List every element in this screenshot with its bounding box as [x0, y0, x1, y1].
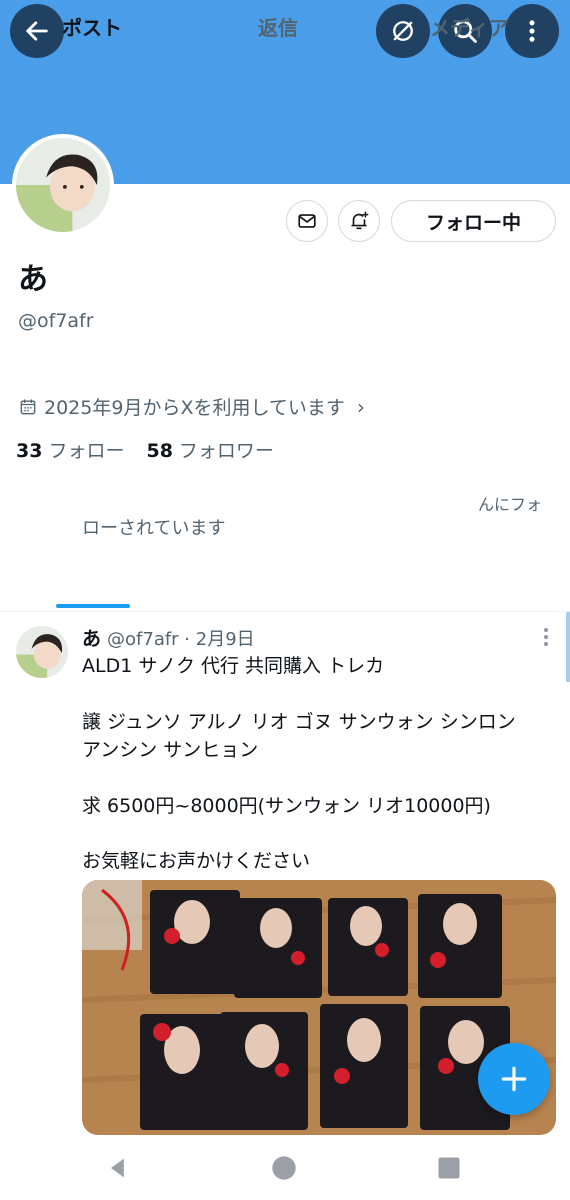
post-meta: @of7afr · 2月9日 — [107, 629, 255, 650]
scroll-indicator — [566, 612, 570, 682]
display-name: あ — [18, 262, 48, 297]
arrow-left-icon — [26, 21, 48, 41]
post-author-avatar[interactable] — [16, 626, 68, 678]
tab-media[interactable]: メディア — [430, 12, 509, 41]
active-tab-indicator — [56, 604, 130, 608]
more-options-button[interactable] — [505, 4, 559, 58]
plus-icon — [501, 1066, 527, 1092]
compose-post-button[interactable] — [478, 1043, 550, 1115]
post-header: あ @of7afr · 2月9日 — [82, 624, 255, 651]
tab-posts[interactable]: ポスト — [62, 12, 122, 41]
more-vertical-icon — [529, 20, 535, 42]
post-text-line: ALD1 サノク 代行 共同購入 トレカ — [82, 655, 385, 677]
following-stat[interactable]: 33 フォロー — [16, 436, 124, 463]
following-button[interactable]: フォロー中 — [391, 200, 556, 242]
followers-count: 58 — [146, 440, 173, 462]
system-navigation-bar — [0, 1136, 570, 1200]
nav-home-icon[interactable] — [270, 1154, 298, 1182]
notifications-button[interactable] — [338, 200, 380, 242]
post-text-line: 譲 ジュンソ アルノ リオ ゴヌ サンウォン シンロン — [82, 711, 516, 733]
calendar-icon — [20, 399, 36, 414]
followers-stat-label: フォロワー — [178, 440, 274, 462]
followers-stat[interactable]: 58 フォロワー — [146, 436, 273, 463]
post-text-line: 求 6500円~8000円(サンウォン リオ10000円) — [82, 795, 491, 817]
post-text-line: お気軽にお声かけください — [82, 850, 311, 872]
translate-button[interactable] — [376, 4, 430, 58]
globe-slash-icon — [393, 21, 413, 41]
chevron-right-icon: › — [356, 394, 365, 419]
following-stat-label: フォロー — [48, 440, 125, 462]
joined-date-text: 2025年9月からXを利用しています — [44, 397, 345, 419]
profile-avatar[interactable] — [12, 134, 114, 236]
mail-icon — [298, 214, 316, 228]
user-handle: @of7afr — [18, 310, 94, 332]
joined-date-row[interactable]: 2025年9月からXを利用しています › — [18, 393, 365, 420]
post-author-name[interactable]: あ — [82, 628, 101, 650]
followed-by-text[interactable]: ローされています — [82, 514, 225, 540]
post-text-line: アンシン サンヒョン — [82, 739, 259, 761]
following-count: 33 — [16, 440, 43, 462]
post-more-button[interactable] — [536, 626, 556, 648]
nav-recents-icon[interactable] — [435, 1154, 463, 1182]
message-button[interactable] — [286, 200, 328, 242]
follow-stats: 33 フォロー 58 フォロワー — [16, 436, 274, 463]
bell-plus-icon — [351, 211, 369, 230]
nav-back-icon[interactable] — [104, 1154, 132, 1182]
back-button[interactable] — [10, 4, 64, 58]
followed-by-fragment: んにフォ — [478, 495, 543, 514]
avatar-image — [16, 138, 110, 232]
tab-replies[interactable]: 返信 — [258, 12, 298, 41]
post-avatar-image — [16, 626, 68, 678]
